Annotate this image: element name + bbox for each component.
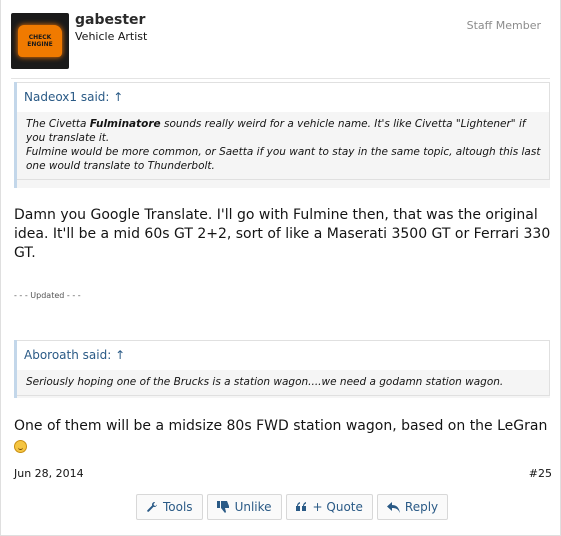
reply-button[interactable]: Reply [376, 494, 449, 520]
quote-block: Aboroath said: ↑ Seriously hoping one of… [14, 340, 550, 398]
quote-author[interactable]: Aboroath said: [24, 348, 111, 362]
quote-author[interactable]: Nadeox1 said: [24, 90, 109, 104]
quote-marks-icon [295, 502, 306, 511]
quote-header[interactable]: Aboroath said: ↑ [17, 340, 550, 370]
thumbs-down-icon [216, 501, 229, 513]
quote-body: Seriously hoping one of the Brucks is a … [17, 370, 550, 396]
forum-post: CHECK ENGINE gabester Vehicle Artist Sta… [0, 0, 561, 536]
jump-to-post-icon[interactable]: ↑ [115, 348, 125, 362]
post-text: Damn you Google Translate. I'll go with … [14, 207, 551, 261]
quote-button[interactable]: + Quote [285, 494, 373, 520]
username[interactable]: gabester [75, 12, 145, 28]
quote-header[interactable]: Nadeox1 said: ↑ [17, 82, 550, 112]
staff-banner: Staff Member [466, 19, 541, 32]
unlike-button[interactable]: Unlike [206, 494, 282, 520]
post-date[interactable]: Jun 28, 2014 [14, 467, 84, 480]
avatar[interactable]: CHECK ENGINE [11, 13, 69, 69]
wrench-icon [147, 502, 157, 512]
check-engine-icon: CHECK ENGINE [18, 25, 62, 57]
reply-arrow-icon [386, 501, 400, 513]
post-number[interactable]: #25 [529, 467, 552, 480]
jump-to-post-icon[interactable]: ↑ [113, 90, 123, 104]
quote-block: Nadeox1 said: ↑ The Civetta Fulminatore … [14, 82, 550, 188]
post-actions: Tools Unlike + Quote Reply [136, 494, 449, 520]
updated-separator: - - - Updated - - - [14, 291, 81, 300]
header-divider [11, 78, 550, 79]
quote-body: The Civetta Fulminatore sounds really we… [17, 112, 550, 180]
post-text: One of them will be a midsize 80s FWD st… [14, 417, 554, 459]
tools-button[interactable]: Tools [136, 494, 203, 520]
smiley-icon [14, 440, 27, 453]
user-title: Vehicle Artist [75, 30, 148, 43]
